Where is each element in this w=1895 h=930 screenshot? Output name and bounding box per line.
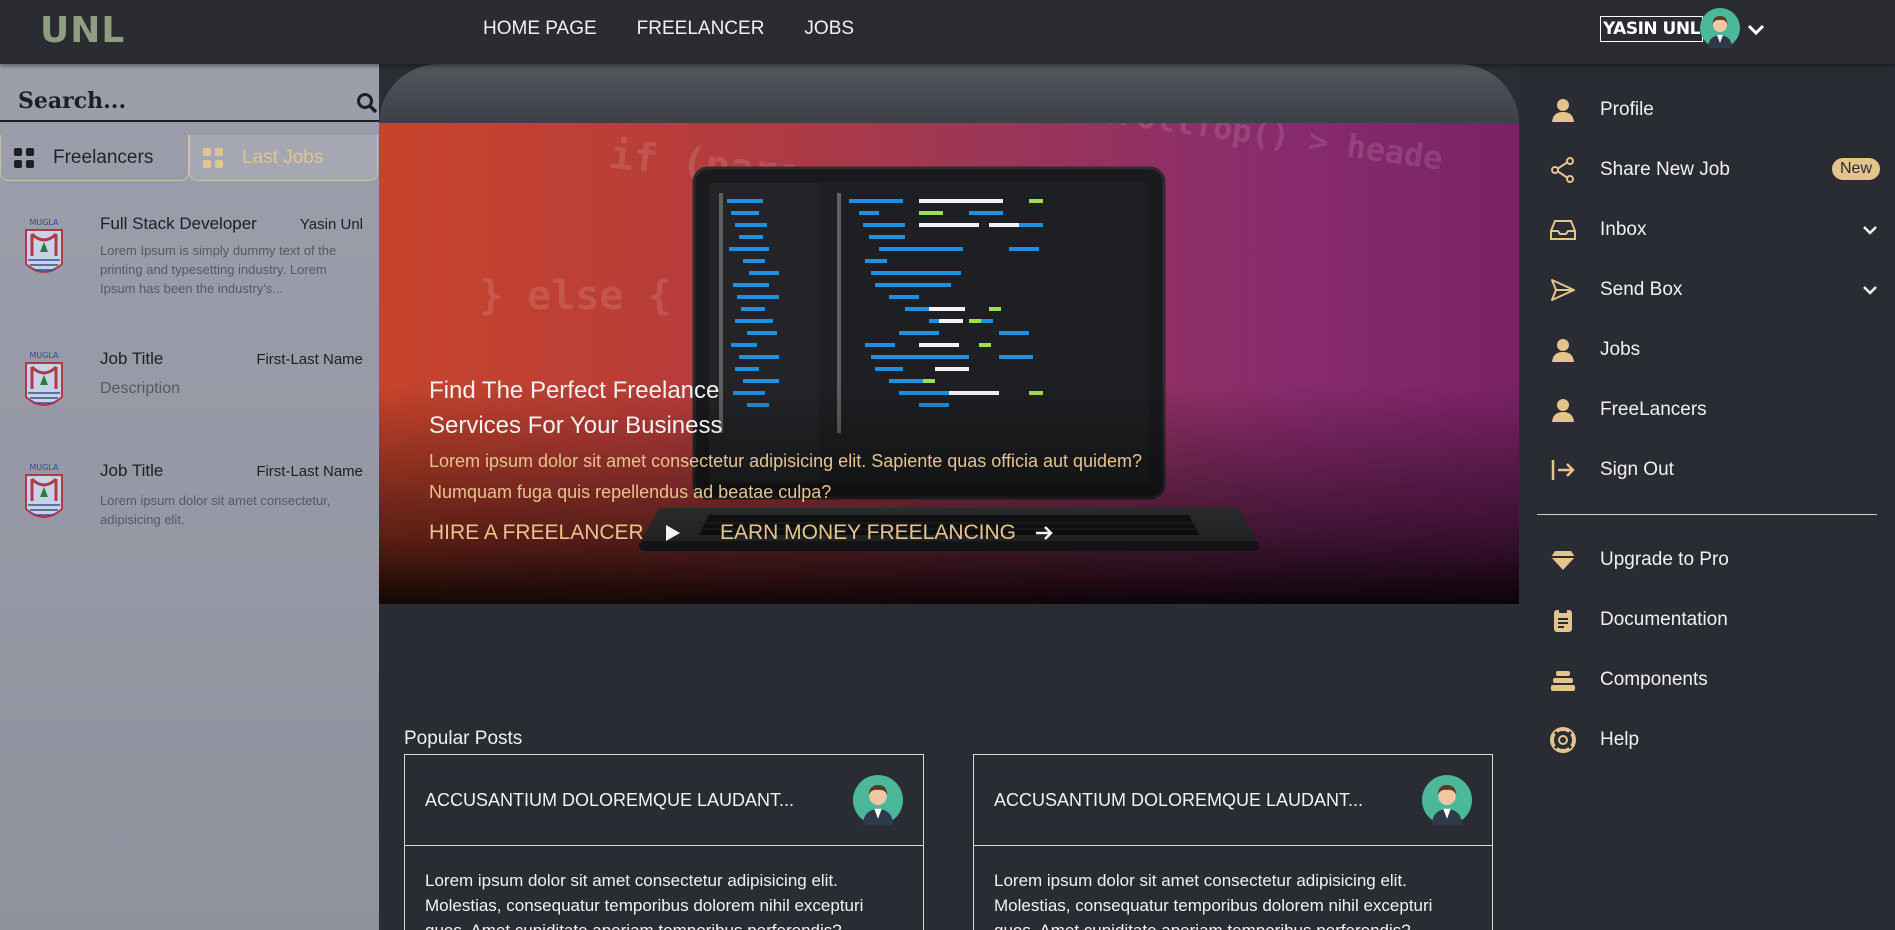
popular-posts-title: Popular Posts [404, 728, 523, 749]
earn-money-label: EARN MONEY FREELANCING [720, 521, 1016, 544]
menu-item-components[interactable]: Components [1550, 660, 1880, 700]
menu-label: Inbox [1600, 219, 1647, 240]
hire-freelancer-label: HIRE A FREELANCER [429, 521, 644, 544]
hero-heading: Find The Perfect Freelance Services For … [429, 377, 723, 439]
post-description: Description [100, 380, 181, 397]
user-icon [1552, 339, 1574, 362]
chevron-down-icon[interactable] [1860, 220, 1880, 240]
menu-label: Profile [1600, 99, 1654, 120]
menu-item-sign-out[interactable]: Sign Out [1550, 450, 1880, 490]
university-logo-text: MUGLA [29, 218, 59, 227]
hero-banner: if (paren } else { .scrollTop() > heade [379, 123, 1519, 604]
university-logo-text: MUGLA [29, 351, 59, 360]
inbox-icon [1550, 220, 1576, 240]
user-menu: Profile Share New Job New Inbox Send Box… [1519, 64, 1895, 930]
tab-freelancers-label: Freelancers [53, 146, 154, 168]
post-card-body: Lorem ipsum dolor sit amet consectetur a… [994, 871, 1433, 930]
menu-item-freelancers[interactable]: FreeLancers [1550, 390, 1880, 430]
list-item[interactable]: MUGLA Job Title First-Last Name Descript… [0, 347, 379, 427]
nav-home-page[interactable]: HOME PAGE [483, 18, 597, 40]
menu-divider [1537, 514, 1877, 515]
menu-item-inbox[interactable]: Inbox [1550, 210, 1880, 250]
life-ring-icon [1550, 727, 1576, 753]
post-author: First-Last Name [256, 351, 363, 368]
post-author: First-Last Name [256, 463, 363, 480]
university-logo-icon: MUGLA [25, 351, 63, 406]
tab-last-jobs[interactable]: Last Jobs [189, 135, 378, 181]
menu-item-share-new-job[interactable]: Share New Job New [1550, 150, 1880, 190]
brand-logo[interactable]: UNL [40, 10, 125, 51]
university-logo-icon: MUGLA [25, 218, 63, 273]
post-title: Full Stack Developer [100, 214, 257, 233]
post-description: Lorem Ipsum is simply dummy text of the … [100, 243, 337, 296]
grid-icon [14, 147, 34, 168]
menu-label: Share New Job [1600, 159, 1730, 180]
hire-freelancer-button[interactable]: HIRE A FREELANCER [429, 521, 682, 545]
post-description: Lorem ipsum dolor sit amet consectetur, … [100, 493, 331, 527]
chevron-down-icon[interactable] [1860, 280, 1880, 300]
user-icon [1552, 399, 1574, 422]
university-logo-icon: MUGLA [25, 463, 63, 518]
main-nav: HOME PAGE FREELANCER JOBS [483, 18, 854, 40]
post-card-body: Lorem ipsum dolor sit amet consectetur a… [425, 871, 864, 930]
menu-item-documentation[interactable]: Documentation [1550, 600, 1880, 640]
search-bar [0, 80, 379, 122]
main-top-header [379, 64, 1519, 124]
search-input[interactable] [18, 86, 338, 116]
post-card-title: ACCUSANTIUM DOLOREMQUE LAUDANT... [425, 790, 795, 810]
menu-item-help[interactable]: Help [1550, 720, 1880, 760]
post-title: Job Title [100, 349, 164, 368]
clipboard-icon [1554, 608, 1572, 632]
user-name[interactable]: YASIN UNL [1600, 16, 1703, 42]
send-icon [1551, 279, 1575, 301]
new-badge: New [1831, 158, 1880, 180]
user-icon [1552, 99, 1574, 122]
menu-label: Upgrade to Pro [1600, 549, 1729, 570]
share-icon [1551, 157, 1574, 183]
top-navbar: UNL HOME PAGE FREELANCER JOBS YASIN UNL [0, 0, 1895, 64]
menu-item-upgrade[interactable]: Upgrade to Pro [1550, 540, 1880, 580]
grid-icon [203, 147, 223, 168]
menu-item-send-box[interactable]: Send Box [1550, 270, 1880, 310]
menu-item-jobs[interactable]: Jobs [1550, 330, 1880, 370]
search-icon[interactable] [356, 92, 378, 114]
left-sidebar: Freelancers Last Jobs MUGLA Full Stack D… [0, 64, 379, 930]
menu-label: Jobs [1600, 339, 1641, 360]
menu-label: Send Box [1600, 279, 1683, 300]
menu-label: Sign Out [1600, 459, 1674, 480]
play-icon [665, 525, 680, 541]
hero-text: Lorem ipsum dolor sit amet consectetur a… [429, 451, 1143, 502]
author-avatar-icon [853, 775, 903, 825]
post-card-header: ACCUSANTIUM DOLOREMQUE LAUDANT... [974, 755, 1492, 846]
diamond-icon [1551, 551, 1575, 570]
layers-icon [1551, 671, 1575, 691]
post-card-title: ACCUSANTIUM DOLOREMQUE LAUDANT... [994, 790, 1364, 810]
post-card[interactable]: ACCUSANTIUM DOLOREMQUE LAUDANT... Lorem … [404, 754, 924, 930]
user-avatar-icon[interactable] [1700, 8, 1740, 48]
arrow-right-icon [1036, 526, 1053, 540]
menu-item-profile[interactable]: Profile [1550, 90, 1880, 130]
post-card-header: ACCUSANTIUM DOLOREMQUE LAUDANT... [405, 755, 923, 846]
university-logo-text: MUGLA [29, 463, 59, 472]
chevron-down-icon[interactable] [1745, 18, 1767, 40]
menu-label: Components [1600, 669, 1708, 690]
menu-label: Help [1600, 729, 1640, 750]
menu-label: FreeLancers [1600, 399, 1707, 420]
left-tabs: Freelancers Last Jobs [0, 135, 379, 181]
list-item[interactable]: MUGLA Job Title First-Last Name Lorem ip… [0, 459, 379, 539]
main-content: if (paren } else { .scrollTop() > heade [379, 64, 1519, 930]
menu-label: Documentation [1600, 609, 1728, 630]
nav-jobs[interactable]: JOBS [804, 18, 854, 40]
earn-money-button[interactable]: EARN MONEY FREELANCING [720, 521, 1054, 545]
post-title: Job Title [100, 461, 164, 480]
nav-freelancer[interactable]: FREELANCER [637, 18, 765, 40]
tab-freelancers[interactable]: Freelancers [0, 135, 189, 181]
tab-last-jobs-label: Last Jobs [242, 146, 324, 168]
sign-out-icon [1551, 460, 1575, 480]
post-card[interactable]: ACCUSANTIUM DOLOREMQUE LAUDANT... Lorem … [973, 754, 1493, 930]
author-avatar-icon [1422, 775, 1472, 825]
list-item[interactable]: MUGLA Full Stack Developer Yasin Unl Lor… [0, 204, 379, 304]
post-author: Yasin Unl [299, 216, 363, 233]
